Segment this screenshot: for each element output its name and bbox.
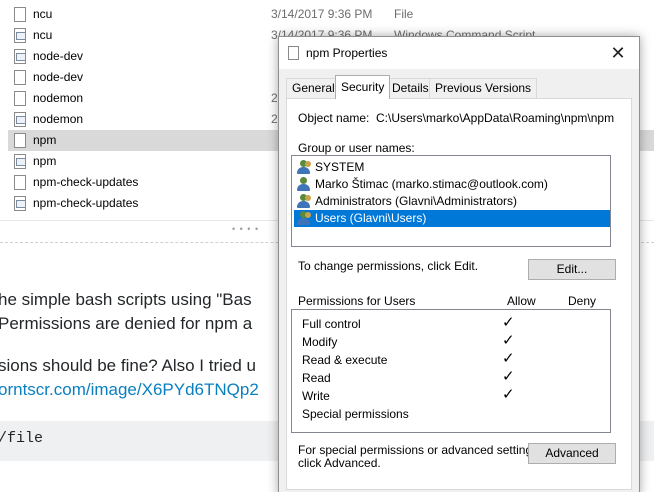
- file-icon: [14, 133, 26, 148]
- page-text-line: sions should be fine? Also I tried u: [0, 356, 256, 375]
- users-listbox[interactable]: SYSTEM Marko Štimac (marko.stimac@outloo…: [291, 155, 611, 247]
- file-name: nodemon: [33, 112, 84, 126]
- allow-header: Allow: [507, 294, 536, 308]
- group-users-icon: [296, 160, 312, 175]
- user-row[interactable]: SYSTEM: [294, 159, 610, 176]
- deny-header: Deny: [568, 294, 597, 308]
- check-icon: ✓: [502, 386, 515, 403]
- file-name: ncu: [33, 7, 53, 21]
- file-icon: [14, 70, 26, 85]
- change-permissions-text: To change permissions, click Edit.: [298, 259, 479, 273]
- permission-row: Read & execute ✓: [292, 350, 610, 370]
- tab-previous-versions[interactable]: Previous Versions: [429, 78, 538, 98]
- permission-name: Special permissions: [302, 407, 409, 421]
- check-icon: ✓: [502, 332, 515, 349]
- edit-button[interactable]: Edit...: [528, 259, 616, 280]
- page-link[interactable]: orntscr.com/image/X6PYd6TNQp2: [0, 380, 259, 400]
- properties-dialog: npm Properties ✕ General Security Detail…: [278, 36, 640, 492]
- permission-row: Write ✓: [292, 386, 610, 406]
- file-date: 2: [271, 112, 278, 126]
- dialog-titlebar[interactable]: npm Properties ✕: [279, 37, 639, 69]
- advanced-button[interactable]: Advanced: [528, 443, 616, 464]
- cmd-icon: [14, 112, 26, 127]
- permission-row: Special permissions: [292, 406, 610, 424]
- tab-general[interactable]: General: [286, 78, 341, 98]
- check-icon: ✓: [502, 368, 515, 385]
- cmd-icon: [14, 154, 26, 169]
- file-date: 3/14/2017 9:36 PM: [271, 7, 373, 21]
- check-icon: [502, 404, 516, 422]
- file-name: node-dev: [33, 70, 84, 84]
- permission-name: Read & execute: [302, 353, 388, 367]
- permission-row: Full control ✓: [292, 314, 610, 334]
- file-name: nodemon: [33, 91, 84, 105]
- user-row[interactable]: Administrators (Glavni\Administrators): [294, 193, 610, 210]
- page-text-line: Permissions are denied for npm a: [0, 314, 253, 333]
- group-users-icon: [296, 194, 312, 209]
- file-icon: [288, 46, 299, 60]
- group-users-icon: [296, 211, 312, 226]
- cmd-icon: [14, 196, 26, 211]
- file-icon: [14, 91, 26, 106]
- user-icon: [296, 177, 312, 192]
- code-text: /file: [0, 430, 44, 447]
- check-icon: ✓: [502, 350, 515, 367]
- object-name-value: C:\Users\marko\AppData\Roaming\npm\npm: [376, 111, 615, 125]
- permissions-list[interactable]: Full control ✓ Modify ✓ Read & execute ✓…: [291, 309, 611, 433]
- file-name: npm-check-updates: [33, 175, 139, 189]
- screen: ncu 3/14/2017 9:36 PM File ncu 3/14/2017…: [0, 0, 654, 492]
- permission-name: Write: [302, 389, 330, 403]
- grip-icon[interactable]: • • • •: [232, 224, 259, 234]
- page-text-line: he simple bash scripts using "Bas: [0, 290, 252, 309]
- close-button[interactable]: ✕: [599, 39, 637, 67]
- file-type: File: [394, 7, 414, 21]
- check-icon: ✓: [502, 314, 515, 331]
- user-name: SYSTEM: [315, 160, 365, 174]
- special-permissions-text-2: click Advanced.: [298, 456, 381, 470]
- tab-details[interactable]: Details: [386, 78, 435, 98]
- user-name: Marko Štimac (marko.stimac@outlook.com): [315, 177, 548, 191]
- file-date: 2: [271, 91, 278, 105]
- tab-security[interactable]: Security: [335, 75, 391, 99]
- file-icon: [14, 175, 26, 190]
- group-label: Group or user names:: [298, 141, 415, 155]
- permission-row: Read ✓: [292, 368, 610, 388]
- permissions-header: Permissions for Users: [298, 294, 416, 308]
- permission-name: Modify: [302, 335, 338, 349]
- user-row-selected[interactable]: Users (Glavni\Users): [294, 210, 610, 227]
- user-row[interactable]: Marko Štimac (marko.stimac@outlook.com): [294, 176, 610, 193]
- user-name: Administrators (Glavni\Administrators): [315, 194, 518, 208]
- file-name: ncu: [33, 28, 53, 42]
- file-name: npm: [33, 154, 57, 168]
- file-row[interactable]: ncu 3/14/2017 9:36 PM File: [8, 4, 654, 25]
- file-name: node-dev: [33, 49, 84, 63]
- file-name: npm-check-updates: [33, 196, 139, 210]
- user-name: Users (Glavni\Users): [315, 211, 427, 225]
- file-icon: [14, 7, 26, 22]
- object-name-label: Object name:: [298, 111, 370, 125]
- cmd-icon: [14, 49, 26, 64]
- special-permissions-text: For special permissions or advanced sett…: [298, 443, 542, 457]
- permission-name: Read: [302, 371, 331, 385]
- dialog-title: npm Properties: [306, 46, 388, 60]
- file-name: npm: [33, 133, 57, 147]
- cmd-icon: [14, 28, 26, 43]
- permission-row: Modify ✓: [292, 332, 610, 352]
- permission-name: Full control: [302, 317, 361, 331]
